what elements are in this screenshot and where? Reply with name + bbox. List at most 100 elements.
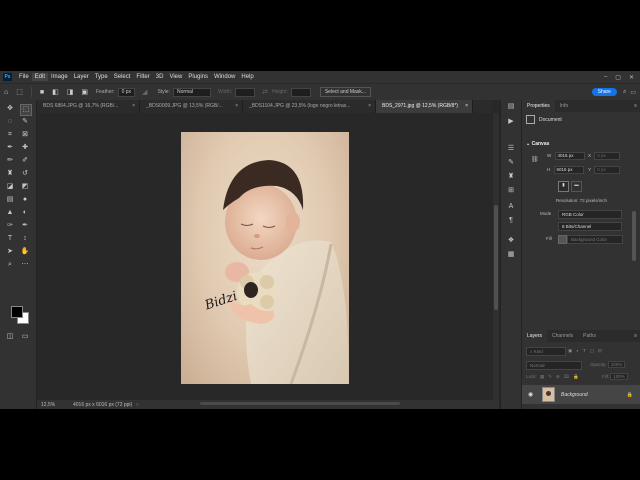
- tab-close-icon[interactable]: ×: [132, 100, 135, 113]
- menu-plugins[interactable]: Plugins: [185, 73, 211, 81]
- path-select-icon[interactable]: ➤: [5, 247, 15, 257]
- lasso-tool-icon[interactable]: ◌: [5, 117, 15, 127]
- freeform-pen-icon[interactable]: ✒: [20, 221, 30, 231]
- screen-mode-icon[interactable]: ▭: [20, 332, 30, 342]
- marquee-preset-icon[interactable]: ⬚: [16, 88, 23, 96]
- tab-bds1104[interactable]: _BDS1104.JPG @ 23,5% (logo negro letras.…: [243, 100, 376, 113]
- tab-close-icon[interactable]: ×: [465, 100, 468, 113]
- x-input[interactable]: 0 px: [594, 152, 621, 160]
- brush-tool-icon[interactable]: ✏: [5, 156, 15, 166]
- h-input[interactable]: 6016 px: [553, 166, 584, 174]
- canvas-section-heading[interactable]: ⌄ Canvas: [526, 141, 549, 147]
- lock-icon[interactable]: 🔒: [627, 392, 633, 398]
- menu-window[interactable]: Window: [211, 73, 238, 81]
- fill-select[interactable]: Background Color: [567, 235, 623, 244]
- hand-tool-icon[interactable]: ✋: [20, 247, 30, 257]
- anti-alias-icon[interactable]: ◢: [142, 88, 147, 96]
- crop-tool-icon[interactable]: ⌗: [5, 130, 15, 140]
- more-tools-icon[interactable]: ⋯: [20, 260, 30, 270]
- status-arrow-icon[interactable]: ›: [136, 402, 138, 408]
- frame-tool-icon[interactable]: ⊠: [20, 130, 30, 140]
- panel-menu-icon[interactable]: ≡: [634, 100, 637, 112]
- kind-filter-select[interactable]: ⌕ Kind: [526, 347, 566, 356]
- tab-paths[interactable]: Paths: [578, 330, 601, 342]
- maximize-icon[interactable]: ▢: [615, 74, 621, 81]
- tab-bds2971[interactable]: BDS_2971.jpg @ 12,5% (RGB/8*) ×: [376, 100, 473, 113]
- opacity-input[interactable]: 100%: [607, 361, 626, 368]
- horizontal-scrollbar[interactable]: [200, 402, 400, 405]
- new-selection-icon[interactable]: ■: [40, 89, 44, 96]
- vertical-type-icon[interactable]: ↕: [20, 234, 30, 244]
- align-panel-icon[interactable]: ⊞: [506, 186, 516, 196]
- canvas-area[interactable]: Bidzi: [37, 113, 492, 400]
- layer-filter-icons[interactable]: ▣◐T▢⊡: [568, 348, 606, 354]
- bit-depth-select[interactable]: 8 Bits/Channel: [558, 222, 622, 231]
- portrait-orientation-icon[interactable]: ▮: [558, 181, 569, 192]
- eyedropper-tool-icon[interactable]: ✒: [5, 143, 15, 153]
- clone-source-icon[interactable]: ♜: [506, 172, 516, 182]
- layer-row-background[interactable]: ◉ Background 🔒: [522, 385, 640, 404]
- paragraph-panel-icon[interactable]: ¶: [506, 216, 516, 226]
- fill-input[interactable]: 100%: [610, 373, 628, 380]
- 3d-panel-icon[interactable]: ❖: [506, 236, 516, 246]
- width-input[interactable]: [235, 87, 256, 97]
- tab-close-icon[interactable]: ×: [368, 100, 371, 113]
- select-and-mask-button[interactable]: Select and Mask...: [319, 87, 371, 97]
- tab-bds6864[interactable]: BDS 6864.JPG @ 16,7% (RGB/... ×: [37, 100, 140, 113]
- intersect-selection-icon[interactable]: ▣: [81, 88, 88, 96]
- swap-icon[interactable]: ⇄: [262, 88, 268, 96]
- pen-tool-icon[interactable]: ✑: [5, 221, 15, 231]
- subtract-selection-icon[interactable]: ◨: [67, 88, 74, 96]
- tab-channels[interactable]: Channels: [547, 330, 578, 342]
- tab-bds0009[interactable]: _BDS0009.JPG @ 13,5% (RGB/... ×: [140, 100, 243, 113]
- healing-brush-icon[interactable]: ✚: [20, 143, 30, 153]
- menu-select[interactable]: Select: [111, 73, 134, 81]
- document-image[interactable]: Bidzi: [181, 132, 349, 384]
- y-input[interactable]: 0 px: [594, 166, 621, 174]
- mode-select[interactable]: RGB Color: [558, 210, 622, 219]
- zoom-level[interactable]: 12,5%: [37, 402, 69, 408]
- menu-edit[interactable]: Edit: [31, 73, 49, 81]
- share-button[interactable]: Share: [591, 88, 617, 96]
- eye-icon[interactable]: ◉: [528, 391, 534, 398]
- feather-input[interactable]: 0 px: [117, 87, 136, 97]
- tab-close-icon[interactable]: ×: [235, 100, 238, 113]
- menu-filter[interactable]: Filter: [133, 73, 152, 81]
- panel-menu-icon[interactable]: ≡: [634, 330, 637, 342]
- fill-swatch[interactable]: [558, 235, 567, 244]
- menu-layer[interactable]: Layer: [71, 73, 92, 81]
- type-tool-icon[interactable]: T: [5, 234, 15, 244]
- brush-settings-icon[interactable]: ✎: [506, 158, 516, 168]
- layer-name[interactable]: Background: [561, 392, 588, 398]
- clone-stamp-icon[interactable]: ♜: [5, 169, 15, 179]
- zoom-tool-icon[interactable]: ⌕: [5, 260, 15, 270]
- character-panel-icon[interactable]: A: [506, 202, 516, 212]
- style-select[interactable]: Normal: [172, 87, 211, 97]
- gradient-tool-icon[interactable]: ▤: [5, 195, 15, 205]
- close-icon[interactable]: ✕: [629, 74, 634, 81]
- landscape-orientation-icon[interactable]: ▬: [571, 181, 582, 192]
- search-icon[interactable]: ⌕: [623, 89, 626, 96]
- minimize-icon[interactable]: –: [604, 74, 607, 81]
- tab-layers[interactable]: Layers: [522, 330, 548, 342]
- vertical-scrollbar[interactable]: [493, 113, 499, 400]
- height-input[interactable]: [290, 87, 311, 97]
- play-actions-icon[interactable]: ▶: [506, 117, 516, 127]
- tab-properties[interactable]: Properties: [522, 100, 555, 112]
- dodge-tool-icon[interactable]: ◐: [20, 208, 30, 218]
- lock-icons[interactable]: ▦✎⊕⌧🔒: [540, 374, 583, 380]
- menu-file[interactable]: File: [16, 73, 32, 81]
- history-brush-icon[interactable]: ↺: [20, 169, 30, 179]
- tab-info[interactable]: Info: [555, 100, 573, 112]
- menu-image[interactable]: Image: [48, 73, 71, 81]
- quick-select-tool-icon[interactable]: ✎: [20, 117, 30, 127]
- adjust-panel-icon[interactable]: ☰: [506, 144, 516, 154]
- rect-marquee-tool-icon[interactable]: ⬚: [20, 104, 32, 116]
- workspace-icon[interactable]: ▭: [630, 89, 636, 96]
- sharpen-tool-icon[interactable]: ▲: [5, 208, 15, 218]
- foreground-color-swatch[interactable]: [11, 306, 23, 318]
- menu-view[interactable]: View: [166, 73, 185, 81]
- scroll-thumb[interactable]: [494, 205, 498, 310]
- home-icon[interactable]: ⌂: [4, 89, 8, 96]
- properties-scrollbar[interactable]: [632, 211, 636, 261]
